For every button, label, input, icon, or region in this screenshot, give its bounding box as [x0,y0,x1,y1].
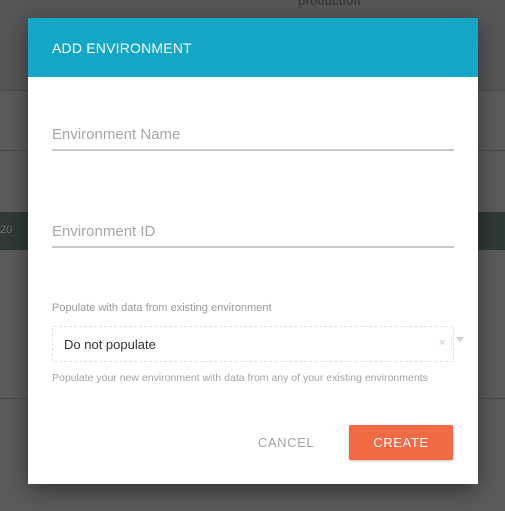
environment-name-input[interactable] [52,126,454,151]
environment-id-field [52,223,454,248]
populate-select-value: Do not populate [64,337,156,352]
populate-label: Populate with data from existing environ… [52,302,272,314]
environment-id-input[interactable] [52,223,454,248]
add-environment-dialog: ADD ENVIRONMENT Populate with data from … [28,18,478,484]
background-header-text: production [298,0,361,8]
environment-name-field [52,126,454,151]
dialog-title: ADD ENVIRONMENT [52,40,192,56]
cancel-button[interactable]: CANCEL [250,425,322,459]
background-band-text: 20 [0,224,13,236]
create-button[interactable]: CREATE [349,425,453,460]
clear-icon[interactable]: × [439,337,445,349]
select-separator [451,335,452,349]
populate-helper-text: Populate your new environment with data … [52,372,428,384]
chevron-down-icon[interactable] [456,337,464,342]
populate-select[interactable]: Do not populate × [52,326,464,362]
dialog-header: ADD ENVIRONMENT [28,18,478,77]
